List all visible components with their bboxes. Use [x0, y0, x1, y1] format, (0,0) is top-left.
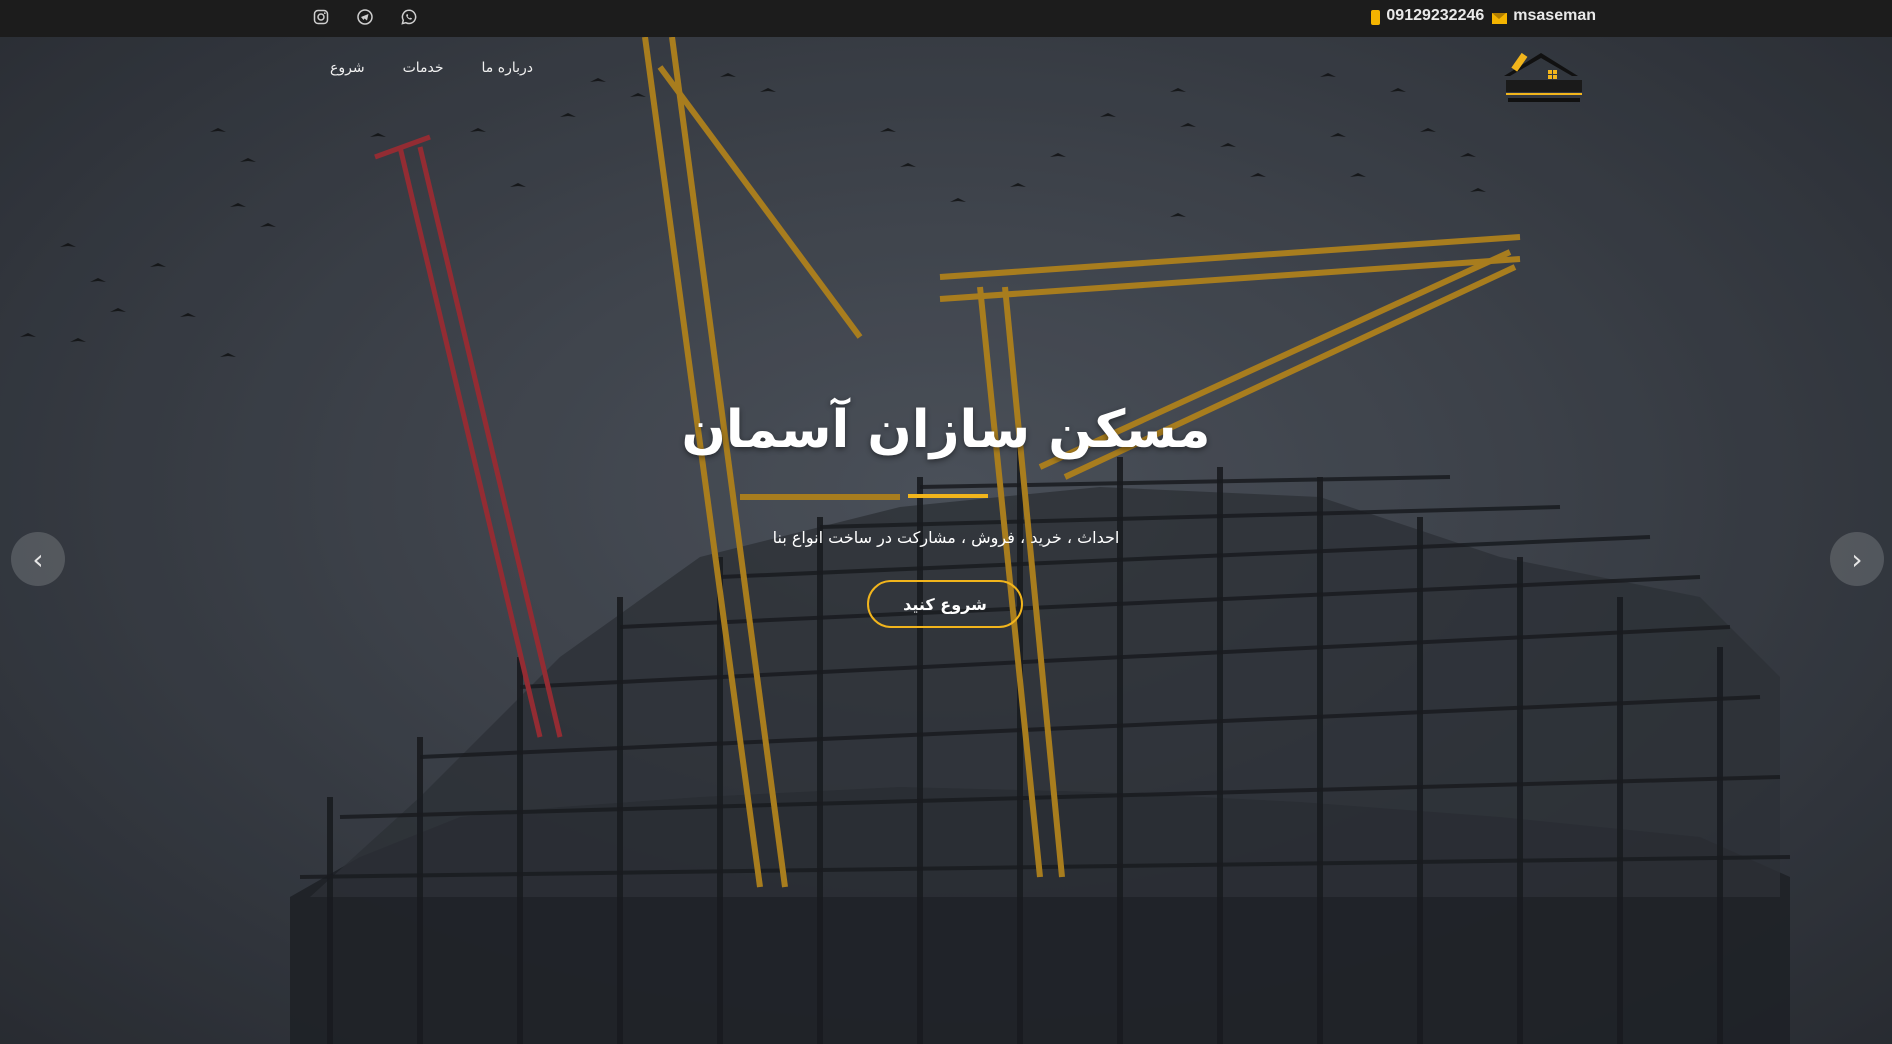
title-divider — [908, 494, 988, 498]
phone-number: 09129232246 — [1386, 6, 1485, 24]
hero-subtitle: احداث ، خرید ، فروش ، مشارکت در ساخت انو… — [772, 528, 1120, 547]
logo-image — [1504, 52, 1582, 102]
main-nav: شروع خدمات درباره ما — [330, 60, 533, 76]
hero-title: مسکن سازان آسمان — [681, 400, 1211, 460]
social-links — [310, 6, 420, 28]
whatsapp-icon[interactable] — [398, 6, 420, 28]
top-bar: 09129232246 msaseman — [0, 0, 1892, 37]
instagram-icon[interactable] — [310, 6, 332, 28]
contact-info: 09129232246 msaseman — [1371, 6, 1596, 25]
nav-item-services[interactable]: خدمات — [403, 60, 444, 76]
phone-icon — [1371, 10, 1381, 25]
mail-icon — [1492, 12, 1508, 24]
get-started-button[interactable]: شروع کنید — [867, 580, 1023, 628]
phone-contact[interactable]: 09129232246 — [1371, 6, 1484, 25]
email-contact[interactable]: msaseman — [1492, 7, 1596, 25]
site-logo[interactable] — [1496, 48, 1586, 106]
chevron-right-icon: › — [1851, 542, 1863, 576]
email-address: msaseman — [1513, 6, 1596, 24]
nav-item-about[interactable]: درباره ما — [482, 60, 533, 76]
nav-item-start[interactable]: شروع — [330, 60, 365, 76]
telegram-icon[interactable] — [354, 6, 376, 28]
chevron-left-icon: ‹ — [32, 542, 44, 576]
